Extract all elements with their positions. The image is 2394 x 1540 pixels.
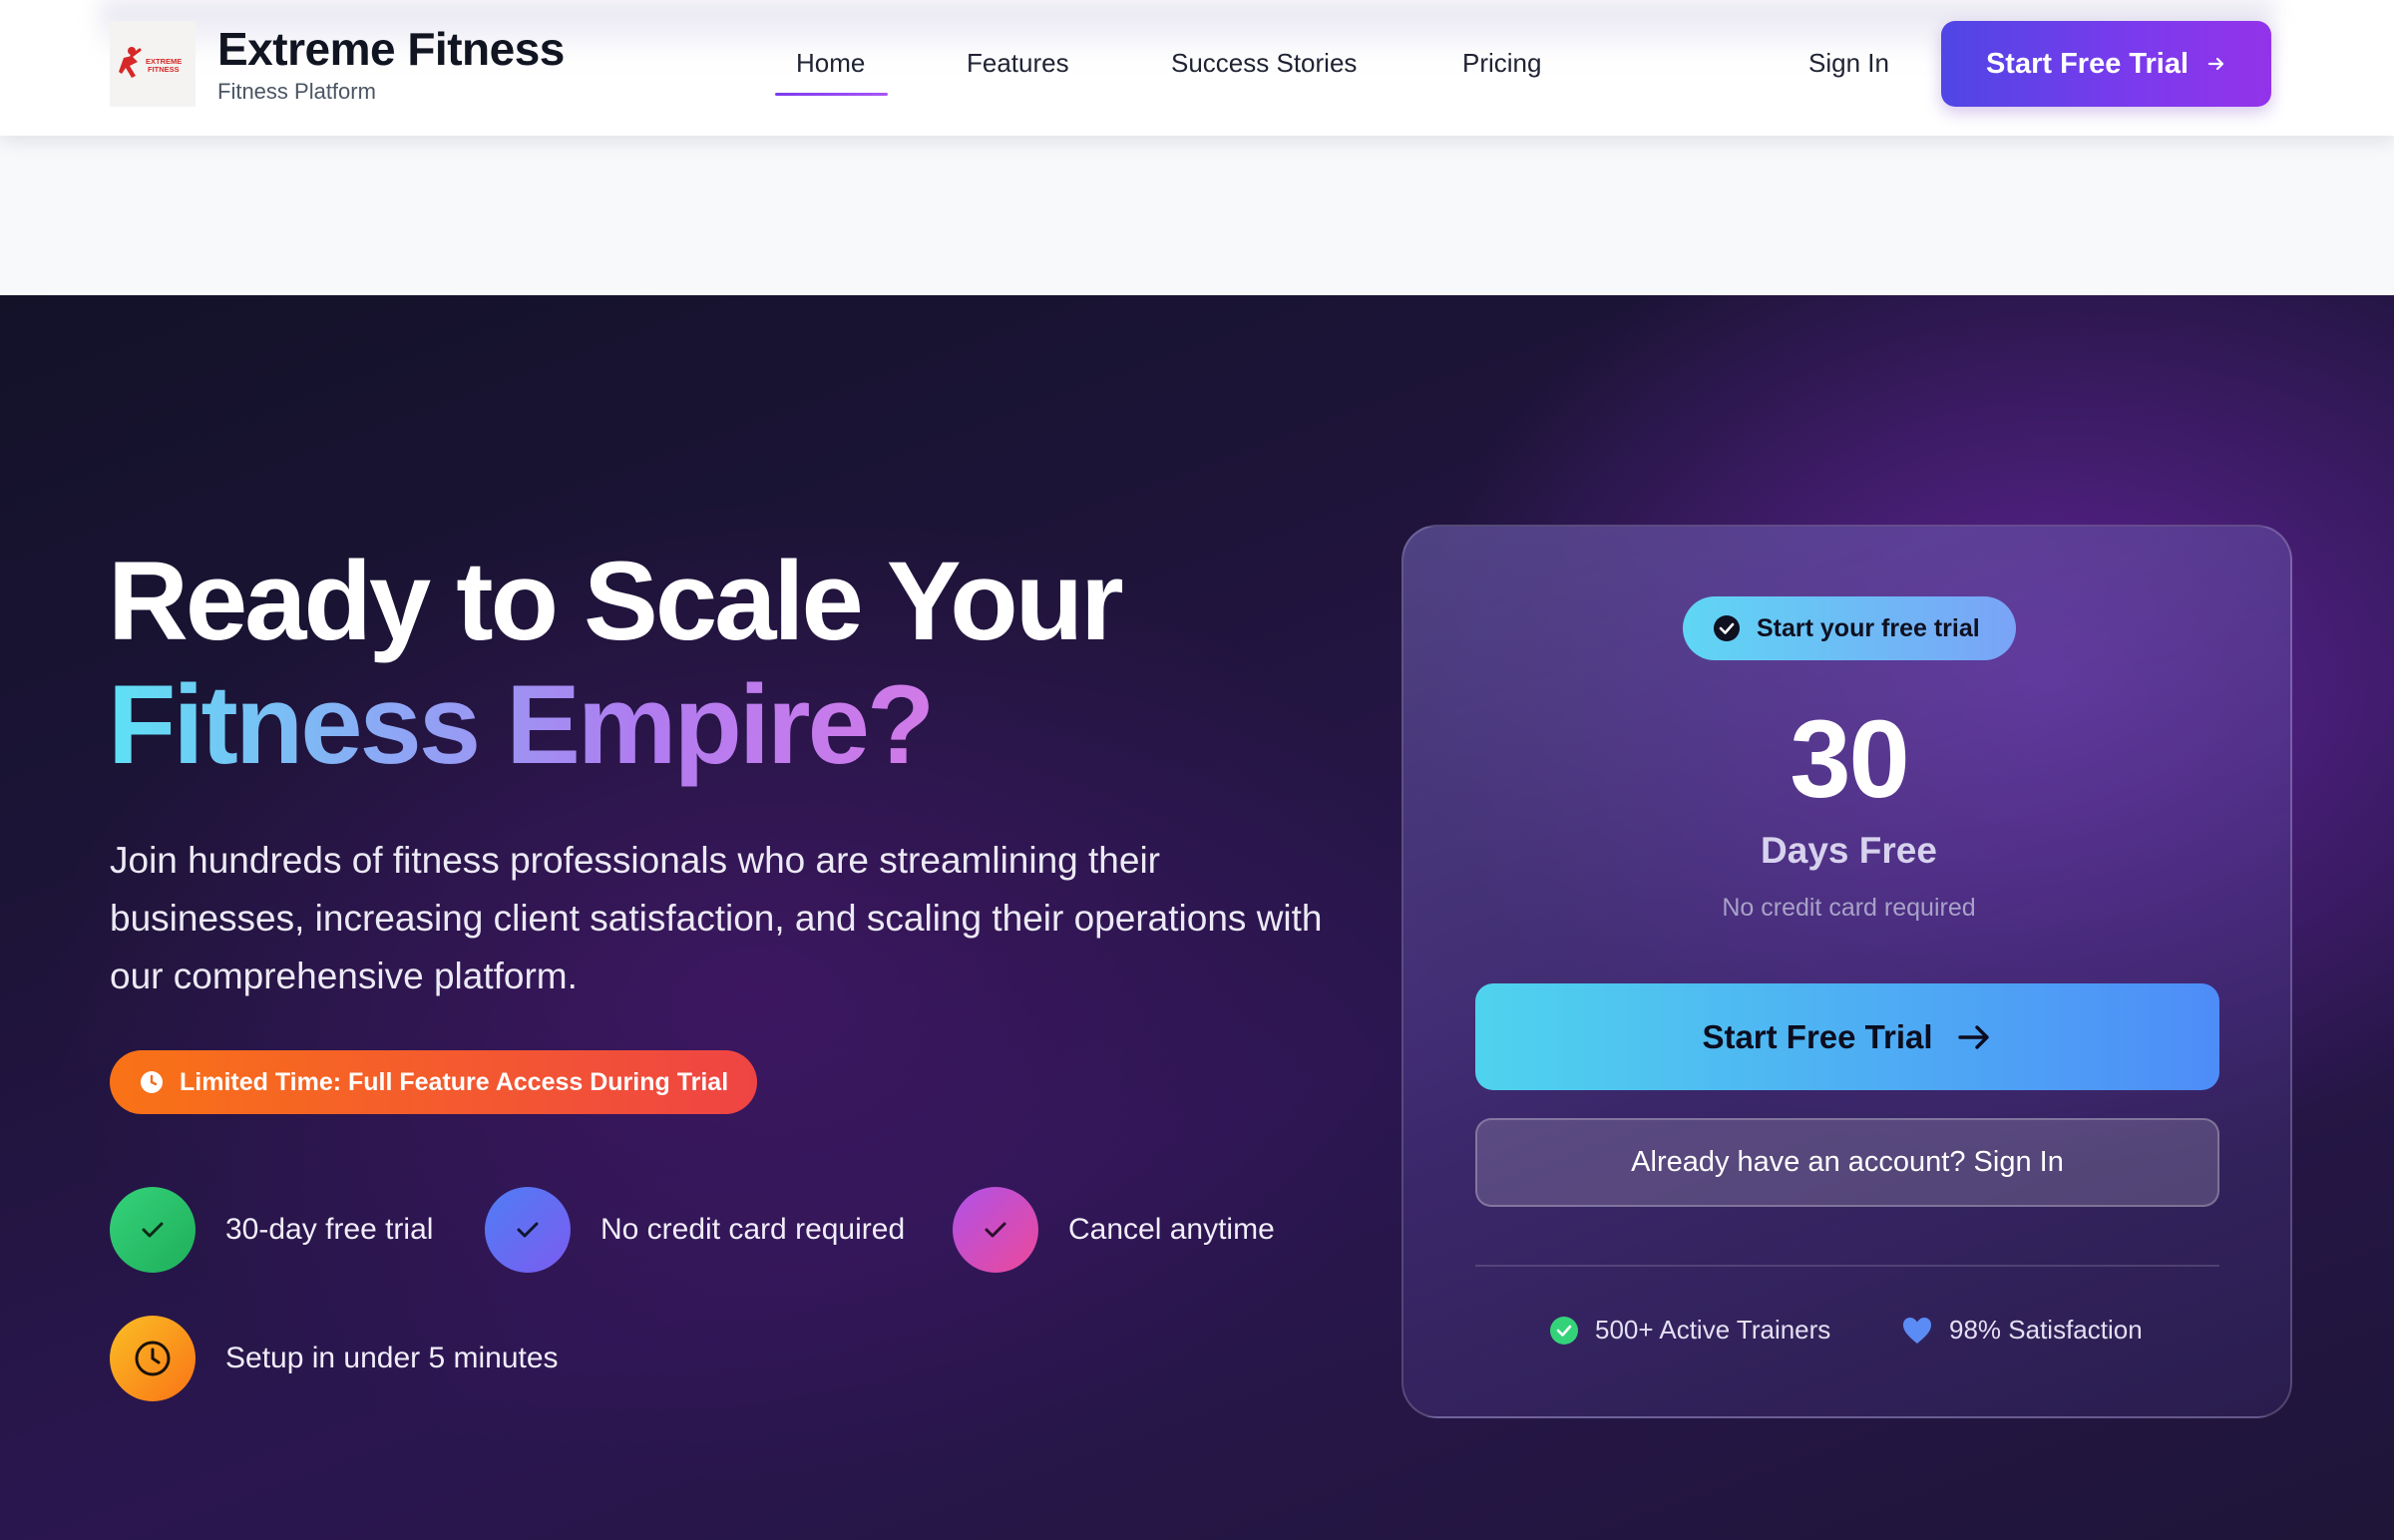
existing-account-sign-in-button[interactable]: Already have an account? Sign In	[1475, 1118, 2219, 1207]
check-icon	[953, 1187, 1038, 1273]
feature-label: Cancel anytime	[1068, 1213, 1275, 1246]
check-circle-icon	[1714, 615, 1740, 641]
feature-item-quick-setup: Setup in under 5 minutes	[110, 1316, 559, 1401]
nav-link-success-stories[interactable]: Success Stories	[1171, 48, 1357, 79]
hero-title: Ready to Scale Your Fitness Empire?	[108, 540, 1305, 787]
trial-card: Start your free trial 30 Days Free No cr…	[1401, 525, 2292, 1418]
arrow-right-icon	[2207, 57, 2224, 71]
check-icon	[485, 1187, 571, 1273]
top-navigation: EXTREME FITNESS Extreme Fitness Fitness …	[0, 0, 2394, 136]
check-circle-icon	[1550, 1316, 1578, 1345]
active-nav-indicator	[775, 93, 888, 96]
pill-label: Start your free trial	[1757, 613, 1980, 642]
nav-link-features[interactable]: Features	[967, 48, 1069, 79]
trial-days-number: 30	[1790, 698, 1909, 821]
hero-section: Ready to Scale Your Fitness Empire? Join…	[0, 295, 2394, 1540]
no-card-note: No credit card required	[1722, 894, 1976, 922]
hero-title-line1: Ready to Scale Your	[108, 539, 1124, 663]
brand-name[interactable]: Extreme Fitness	[217, 22, 565, 76]
check-icon	[110, 1187, 196, 1273]
feature-label: Setup in under 5 minutes	[225, 1342, 559, 1374]
feature-label: 30-day free trial	[225, 1213, 434, 1246]
nav-cta-label: Start Free Trial	[1985, 47, 2190, 80]
brand-tagline: Fitness Platform	[217, 79, 376, 104]
brand-logo[interactable]: EXTREME FITNESS	[110, 21, 196, 107]
feature-label: No credit card required	[600, 1213, 906, 1246]
hero-description: Join hundreds of fitness professionals w…	[110, 840, 1323, 996]
limited-time-badge: Limited Time: Full Feature Access During…	[110, 1050, 757, 1114]
card-divider	[1475, 1265, 2219, 1267]
arrow-right-icon	[1957, 1024, 1989, 1049]
heart-icon	[1903, 1317, 1931, 1344]
start-free-trial-button[interactable]: Start Free Trial	[1475, 983, 2219, 1090]
stat-active-trainers: 500+ Active Trainers	[1549, 1315, 1830, 1346]
hero-title-line2: Fitness Empire?	[108, 662, 935, 787]
feature-item-free-trial: 30-day free trial	[110, 1187, 433, 1273]
svg-text:FITNESS: FITNESS	[148, 65, 180, 74]
nav-start-trial-button[interactable]: Start Free Trial	[1941, 21, 2271, 107]
cta-label: Start Free Trial	[1702, 1017, 1933, 1055]
clock-icon	[141, 1071, 163, 1093]
trial-days-label: Days Free	[1761, 830, 1937, 871]
free-trial-pill: Start your free trial	[1683, 596, 2016, 660]
nav-link-pricing[interactable]: Pricing	[1462, 48, 1541, 79]
stat-label: 98% Satisfaction	[1949, 1315, 2143, 1345]
stat-label: 500+ Active Trainers	[1595, 1315, 1831, 1345]
sign-in-link[interactable]: Sign In	[1808, 48, 1889, 79]
feature-item-cancel-anytime: Cancel anytime	[953, 1187, 1275, 1273]
clock-icon	[110, 1316, 196, 1401]
stat-satisfaction: 98% Satisfaction	[1901, 1315, 2143, 1346]
limited-badge-label: Limited Time: Full Feature Access During…	[180, 1067, 729, 1096]
logo-icon: EXTREME FITNESS	[119, 47, 182, 78]
nav-link-home[interactable]: Home	[796, 48, 865, 79]
feature-item-no-credit-card: No credit card required	[485, 1187, 905, 1273]
